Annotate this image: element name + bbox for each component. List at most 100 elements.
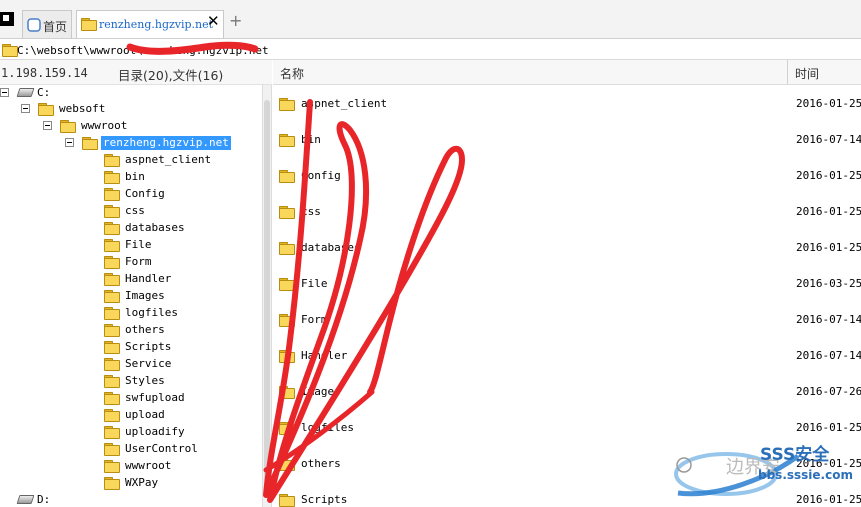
list-item[interactable]: databases 2016-01-25	[277, 241, 861, 255]
tree-item-label: logfiles	[125, 306, 178, 319]
folder-icon	[104, 171, 120, 184]
folder-icon	[279, 386, 295, 399]
tree-item-bin[interactable]: bin	[0, 170, 230, 184]
tree-item-label: Config	[125, 187, 165, 200]
folder-icon	[104, 477, 120, 490]
folder-icon	[279, 494, 295, 507]
list-item[interactable]: Images 2016-07-26	[277, 385, 861, 399]
folder-icon	[104, 290, 120, 303]
tree-item-aspnet_client[interactable]: aspnet_client	[0, 153, 230, 167]
column-divider[interactable]	[787, 60, 788, 84]
list-item[interactable]: Handler 2016-07-14	[277, 349, 861, 363]
collapse-icon[interactable]	[43, 121, 52, 130]
tree-item-logfiles[interactable]: logfiles	[0, 306, 230, 320]
tree-item-handler[interactable]: Handler	[0, 272, 230, 286]
folder-icon	[104, 341, 120, 354]
tree-item-drive-c[interactable]: C:	[0, 86, 100, 100]
list-item[interactable]: bin 2016-07-14	[277, 133, 861, 147]
tree-item-drive-d[interactable]: D:	[0, 493, 100, 507]
list-item-time: 2016-01-25	[796, 97, 861, 110]
folder-icon	[104, 307, 120, 320]
drive-icon	[16, 495, 35, 504]
folder-icon	[279, 422, 295, 435]
tab-site[interactable]: renzheng.hgzvip.net	[76, 10, 224, 38]
dir-file-counts: 目录(20),文件(16)	[118, 68, 224, 83]
collapse-icon[interactable]	[21, 104, 30, 113]
list-item[interactable]: Config 2016-01-25	[277, 169, 861, 183]
tree-item-css[interactable]: css	[0, 204, 230, 218]
tree-item-upload[interactable]: upload	[0, 408, 230, 422]
tree-item-images[interactable]: Images	[0, 289, 230, 303]
tree-item-styles[interactable]: Styles	[0, 374, 230, 388]
app-menu-icon[interactable]	[0, 12, 14, 26]
new-tab-button[interactable]: +	[229, 13, 242, 29]
folder-icon	[104, 205, 120, 218]
tree-item-label: Form	[125, 255, 152, 268]
list-item-name: others	[301, 457, 341, 470]
list-item[interactable]: Form 2016-07-14	[277, 313, 861, 327]
tab-home-label: 首页	[43, 20, 68, 34]
path-text[interactable]: C:\websoft\wwwroot\renzheng.hgzvip.net	[17, 44, 269, 57]
folder-icon	[279, 206, 295, 219]
tree-item-scripts[interactable]: Scripts	[0, 340, 230, 354]
list-item-time: 2016-07-14	[796, 349, 861, 362]
list-item-name: css	[301, 205, 321, 218]
tree-item-usercontrol[interactable]: UserControl	[0, 442, 230, 456]
tree-scrollbar-thumb[interactable]	[264, 100, 270, 495]
folder-icon	[279, 242, 295, 255]
tree-item-label: Scripts	[125, 340, 172, 353]
folder-open-icon	[82, 137, 98, 150]
folder-icon	[60, 120, 76, 133]
list-header	[273, 60, 861, 85]
folder-icon	[104, 154, 120, 167]
folder-icon	[104, 324, 120, 337]
tree-item-swfupload[interactable]: swfupload	[0, 391, 230, 405]
list-item-name: databases	[301, 241, 361, 254]
list-item[interactable]: logfiles 2016-01-25	[277, 421, 861, 435]
tree-item-file[interactable]: File	[0, 238, 230, 252]
tree-item-label: wwwroot	[81, 119, 128, 132]
folder-icon	[104, 273, 120, 286]
tree-item-wwwroot[interactable]: wwwroot	[0, 119, 140, 133]
collapse-icon[interactable]	[65, 138, 74, 147]
home-page-icon	[27, 18, 41, 32]
tree-item-others[interactable]: others	[0, 323, 230, 337]
list-item[interactable]: File 2016-03-25	[277, 277, 861, 291]
list-item-time: 2016-03-25	[796, 277, 861, 290]
folder-icon	[104, 375, 120, 388]
folder-icon	[279, 314, 295, 327]
tree-item-service[interactable]: Service	[0, 357, 230, 371]
column-header-name[interactable]: 名称	[280, 65, 304, 82]
list-item-time: 2016-07-14	[796, 313, 861, 326]
tree-item-wxpay[interactable]: WXPay	[0, 476, 230, 490]
watermark-brand: SSS安全	[760, 444, 830, 465]
tree-item-label-selected: renzheng.hgzvip.net	[101, 136, 231, 150]
list-item[interactable]: aspnet_client 2016-01-25	[277, 97, 861, 111]
tree-item-uploadify[interactable]: uploadify	[0, 425, 230, 439]
tree-item-site[interactable]: renzheng.hgzvip.net	[0, 136, 231, 150]
folder-icon	[104, 392, 120, 405]
tree-item-wwwroot[interactable]: wwwroot	[0, 459, 230, 473]
folder-icon	[279, 350, 295, 363]
folder-icon	[104, 443, 120, 456]
tree-item-databases[interactable]: databases	[0, 221, 230, 235]
tree-item-label: wwwroot	[125, 459, 172, 472]
tree-item-label: Service	[125, 357, 172, 370]
watermark-site: bbs.sssie.com	[758, 468, 853, 482]
tree-item-websoft[interactable]: websoft	[0, 102, 120, 116]
tree-item-form[interactable]: Form	[0, 255, 230, 269]
list-item[interactable]: css 2016-01-25	[277, 205, 861, 219]
tree-item-label: Styles	[125, 374, 165, 387]
folder-icon	[104, 222, 120, 235]
column-header-time[interactable]: 时间	[795, 65, 819, 82]
list-item-time: 2016-01-25	[796, 241, 861, 254]
list-item-name: bin	[301, 133, 321, 146]
list-item-time: 2016-07-14	[796, 133, 861, 146]
collapse-icon[interactable]	[0, 88, 9, 97]
folder-icon	[279, 134, 295, 147]
tree-item-label: aspnet_client	[125, 153, 212, 166]
tree-item-config[interactable]: Config	[0, 187, 230, 201]
close-tab-icon[interactable]: ✕	[207, 14, 220, 29]
tab-home[interactable]: 首页	[22, 10, 72, 38]
tree-item-label: uploadify	[125, 425, 185, 438]
